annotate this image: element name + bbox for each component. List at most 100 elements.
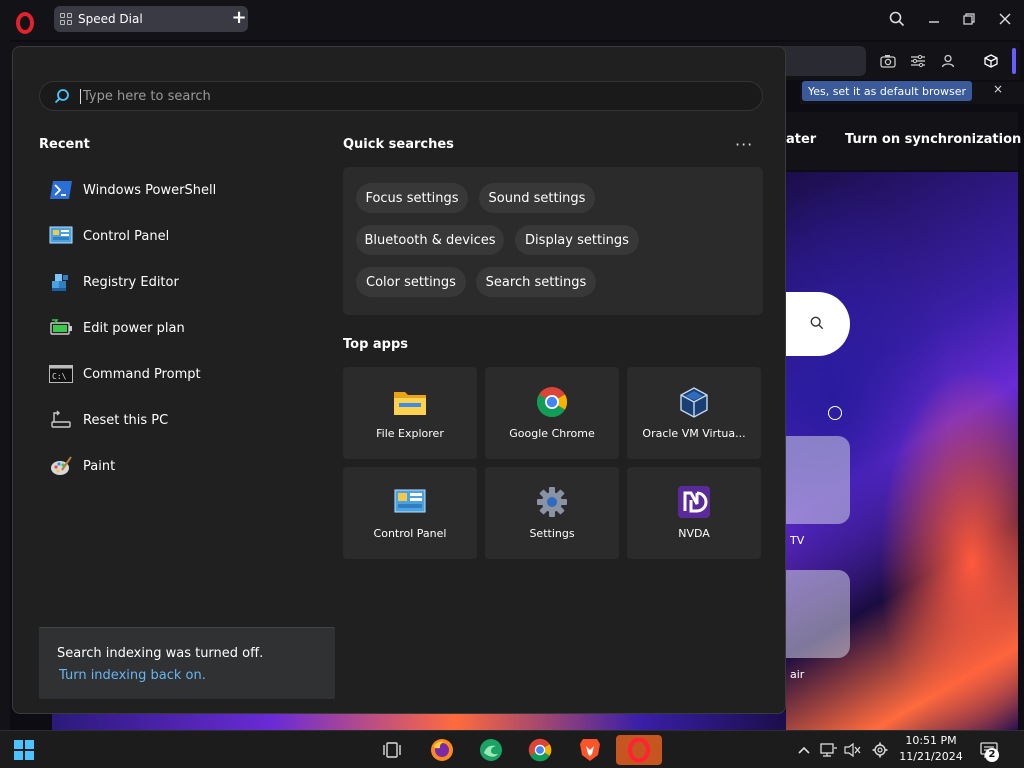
control-panel-icon	[49, 224, 73, 248]
taskbar: 10:51 PM 11/21/2024	[0, 730, 1024, 768]
wallpaper-strip	[52, 712, 786, 730]
chrome-icon	[535, 385, 569, 419]
indexing-message: Search indexing was turned off.	[57, 646, 264, 661]
easy-setup-icon[interactable]	[910, 53, 926, 69]
app-tile-file-explorer[interactable]: File Explorer	[343, 367, 477, 459]
recent-item-label: Paint	[83, 458, 116, 474]
app-tile-settings[interactable]: Settings	[485, 467, 619, 559]
quick-searches-title: Quick searches	[343, 137, 454, 152]
indexing-notice: Search indexing was turned off. Turn ind…	[39, 627, 335, 699]
battery-icon	[49, 316, 73, 340]
reset-pc-icon	[49, 408, 73, 432]
app-label: File Explorer	[376, 427, 444, 440]
recent-item-label: Command Prompt	[83, 366, 201, 382]
recent-title: Recent	[39, 137, 90, 152]
speed-dial-tile[interactable]	[786, 570, 850, 658]
quick-searches-box: Focus settings Sound settings Bluetooth …	[343, 167, 763, 315]
notification-count-badge: 2	[985, 748, 999, 762]
smiley-icon[interactable]	[828, 406, 842, 420]
clock-time: 10:51 PM	[905, 734, 957, 747]
nav-later-link[interactable]: ater	[786, 132, 816, 147]
desktop: Speed Dial + Yes, set it as default brow…	[0, 0, 1024, 768]
tab-speed-dial[interactable]: Speed Dial	[54, 6, 248, 32]
recent-item-registry-editor[interactable]: Registry Editor	[39, 259, 319, 305]
recent-item-label: Reset this PC	[83, 412, 169, 428]
recent-item-label: Control Panel	[83, 228, 170, 244]
chip-display-settings[interactable]: Display settings	[515, 225, 639, 255]
edge-dev-icon[interactable]	[475, 735, 507, 765]
camera-icon[interactable]	[880, 53, 896, 69]
search-box[interactable]	[39, 81, 763, 111]
recent-item-powershell[interactable]: Windows PowerShell	[39, 167, 319, 213]
registry-editor-icon	[49, 270, 73, 294]
search-input[interactable]	[80, 88, 680, 104]
start-windows-icon[interactable]	[8, 735, 40, 765]
turn-on-sync-link[interactable]: Turn on synchronization	[845, 132, 1021, 147]
virtualbox-icon	[677, 385, 711, 419]
chip-bluetooth-devices[interactable]: Bluetooth & devices	[356, 225, 504, 255]
brave-icon[interactable]	[574, 735, 606, 765]
app-label: Settings	[529, 527, 575, 540]
app-tile-nvda[interactable]: NVDA	[627, 467, 761, 559]
chip-color-settings[interactable]: Color settings	[356, 267, 466, 297]
close-default-bar-icon[interactable]: ×	[990, 82, 1006, 98]
chrome-taskbar-icon[interactable]	[524, 735, 556, 765]
recent-item-label: Windows PowerShell	[83, 182, 217, 198]
turn-indexing-on-link[interactable]: Turn indexing back on.	[59, 668, 206, 683]
browser-search-icon[interactable]	[885, 8, 909, 30]
speed-dial-tile[interactable]	[786, 436, 850, 524]
sidebar-accent-bar	[1012, 48, 1016, 74]
restore-icon[interactable]	[957, 8, 981, 30]
recent-item-control-panel[interactable]: Control Panel	[39, 213, 319, 259]
speed-dial-tile-label: air	[790, 668, 805, 681]
firefox-icon[interactable]	[426, 735, 458, 765]
paint-icon	[49, 454, 73, 478]
set-default-browser-button[interactable]: Yes, set it as default browser	[802, 81, 972, 101]
windows-search-panel: Recent Windows PowerShell Control Panel …	[12, 46, 786, 714]
speed-dial-icon	[60, 13, 72, 25]
recent-item-command-prompt[interactable]: C:\ Command Prompt	[39, 351, 319, 397]
app-label: Google Chrome	[509, 427, 595, 440]
nvda-icon	[677, 485, 711, 519]
folder-icon	[393, 385, 427, 419]
command-prompt-icon: C:\	[49, 362, 73, 386]
app-tile-google-chrome[interactable]: Google Chrome	[485, 367, 619, 459]
new-tab-plus-icon[interactable]: +	[230, 9, 248, 28]
opera-logo-icon[interactable]	[12, 10, 38, 36]
top-apps-title: Top apps	[343, 337, 409, 352]
profile-icon[interactable]	[940, 53, 956, 69]
browser-titlebar: Speed Dial +	[0, 0, 1024, 40]
browser-sidebar	[0, 40, 10, 730]
chip-search-settings[interactable]: Search settings	[476, 267, 596, 297]
clock-date: 11/21/2024	[899, 750, 963, 763]
gear-icon	[535, 485, 569, 519]
extensions-cube-icon[interactable]	[983, 53, 999, 69]
chip-focus-settings[interactable]: Focus settings	[356, 183, 468, 213]
opera-taskbar-icon[interactable]	[616, 735, 662, 765]
control-panel-icon	[393, 485, 427, 519]
recent-item-reset-pc[interactable]: Reset this PC	[39, 397, 319, 443]
svg-text:C:\: C:\	[52, 372, 67, 381]
chevron-up-icon[interactable]	[795, 741, 813, 759]
minimize-icon[interactable]	[922, 8, 946, 30]
recent-item-paint[interactable]: Paint	[39, 443, 319, 489]
speed-dial-tile-label: TV	[790, 534, 805, 547]
settings-gear-tray-icon[interactable]	[871, 741, 889, 759]
more-options-icon[interactable]: ···	[735, 135, 753, 154]
app-tile-oracle-vm[interactable]: Oracle VM Virtua...	[627, 367, 761, 459]
tab-label: Speed Dial	[78, 12, 143, 26]
app-label: Oracle VM Virtua...	[642, 427, 746, 440]
app-label: Control Panel	[373, 527, 447, 540]
recent-item-edit-power-plan[interactable]: Edit power plan	[39, 305, 319, 351]
recent-item-label: Registry Editor	[83, 274, 179, 290]
network-icon[interactable]	[820, 741, 838, 759]
volume-muted-icon[interactable]	[844, 741, 862, 759]
task-view-icon[interactable]	[376, 735, 408, 765]
app-label: NVDA	[678, 527, 710, 540]
recent-list: Windows PowerShell Control Panel Registr…	[39, 167, 319, 489]
close-window-icon[interactable]	[993, 8, 1017, 30]
speed-dial-search-box[interactable]	[786, 292, 850, 356]
taskbar-clock[interactable]: 10:51 PM 11/21/2024	[896, 733, 966, 765]
app-tile-control-panel[interactable]: Control Panel	[343, 467, 477, 559]
chip-sound-settings[interactable]: Sound settings	[479, 183, 595, 213]
